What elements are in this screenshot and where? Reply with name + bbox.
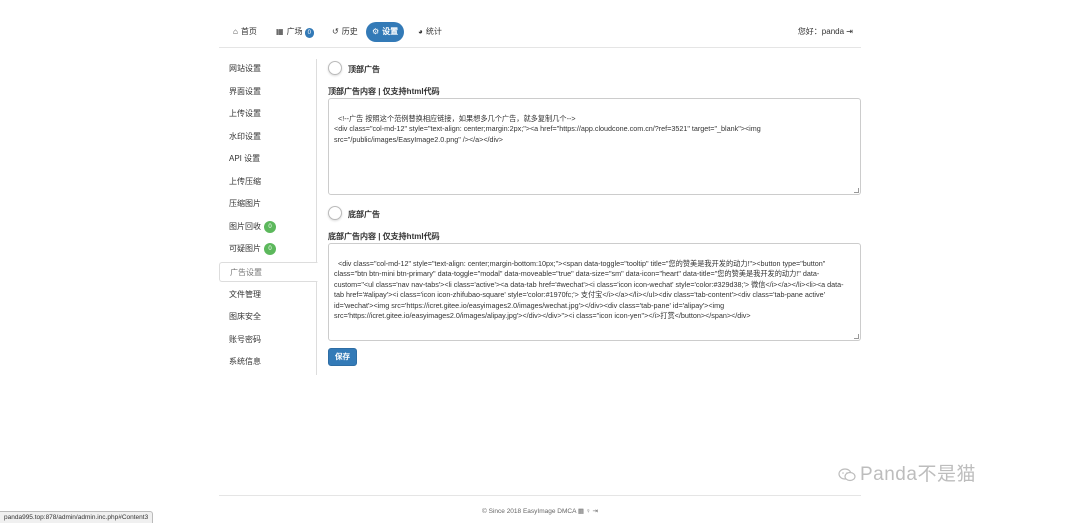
sidebar-item-compress-images[interactable]: 压缩图片 xyxy=(219,194,317,214)
recycle-count-badge: 0 xyxy=(264,220,276,233)
wechat-icon xyxy=(838,468,856,482)
bottom-ad-textarea[interactable]: <div class="col-md-12" style="text-align… xyxy=(328,243,861,341)
sidebar-item-label: 上传压缩 xyxy=(229,177,261,186)
status-bar-url: panda995.top:878/admin/admin.inc.php#Con… xyxy=(0,511,154,523)
save-button[interactable]: 保存 xyxy=(328,348,357,366)
nav-stats[interactable]: ◕ 统计 xyxy=(412,22,448,42)
sidebar-item-label: 文件管理 xyxy=(229,290,261,299)
bottom-ad-toggle[interactable] xyxy=(328,206,342,220)
nav-settings[interactable]: ⚙ 设置 xyxy=(366,22,405,42)
sidebar-item-site[interactable]: 网站设置 xyxy=(219,59,317,79)
bottom-ad-toggle-label: 底部广告 xyxy=(348,210,380,219)
footer: © Since 2018 EasyImage DMCA ▦ ♀ ⇥ xyxy=(219,507,861,515)
sidebar-item-label: 图床安全 xyxy=(229,312,261,321)
resize-handle-icon[interactable] xyxy=(854,188,859,193)
plaza-count-badge: 0 xyxy=(304,28,314,38)
top-ad-content: <!--广告 按照这个范例替换相应链接，如果想多几个广告，就多复制几个--> <… xyxy=(334,113,761,144)
sidebar-item-watermark[interactable]: 水印设置 xyxy=(219,127,317,147)
watermark: Panda不是猫 xyxy=(838,459,976,486)
nav-history[interactable]: ↺ 历史 xyxy=(326,22,364,42)
top-ad-field-label: 顶部广告内容 | 仅支持html代码 xyxy=(328,87,440,96)
sidebar-item-label: 压缩图片 xyxy=(229,199,261,208)
watermark-text: Panda不是猫 xyxy=(860,464,976,485)
sidebar-item-interface[interactable]: 界面设置 xyxy=(219,82,317,102)
nav-home-label: 首页 xyxy=(240,27,257,36)
bottom-ad-field-label: 底部广告内容 | 仅支持html代码 xyxy=(328,232,440,241)
nav-stats-label: 统计 xyxy=(425,27,442,36)
top-ad-toggle[interactable] xyxy=(328,61,342,75)
sidebar-item-label: API 设置 xyxy=(229,154,261,163)
sidebar-item-label: 可疑图片 xyxy=(229,244,261,253)
sidebar-item-label: 广告设置 xyxy=(230,268,262,277)
bottom-ad-content: <div class="col-md-12" style="text-align… xyxy=(334,258,844,321)
gear-icon: ⚙ xyxy=(372,27,380,36)
resize-handle-icon[interactable] xyxy=(854,334,859,339)
sidebar-item-upload-compress[interactable]: 上传压缩 xyxy=(219,172,317,192)
footer-divider xyxy=(219,495,861,496)
footer-text: © Since 2018 EasyImage DMCA xyxy=(482,508,577,515)
home-icon: ⌂ xyxy=(233,27,238,36)
top-ad-toggle-label: 顶部广告 xyxy=(348,65,380,74)
greeting-text: 您好：panda xyxy=(797,27,845,36)
nav-home[interactable]: ⌂ 首页 xyxy=(227,22,263,42)
sidebar-item-label: 账号密码 xyxy=(229,335,261,344)
sidebar-item-suspicious[interactable]: 可疑图片 0 xyxy=(219,239,317,259)
user-greeting[interactable]: 您好：panda ⇥ xyxy=(798,22,853,42)
logout-icon[interactable]: ⇥ xyxy=(846,27,853,36)
sidebar-item-label: 上传设置 xyxy=(229,109,261,118)
sidebar-item-label: 系统信息 xyxy=(229,357,261,366)
suspicious-count-badge: 0 xyxy=(264,242,276,255)
grid-icon: ▦ xyxy=(276,27,284,36)
nav-plaza[interactable]: ▦ 广场 0 xyxy=(270,22,320,42)
nav-plaza-label: 广场 xyxy=(286,27,303,36)
sidebar-item-label: 界面设置 xyxy=(229,87,261,96)
sidebar-item-label: 水印设置 xyxy=(229,132,261,141)
sidebar-item-system[interactable]: 系统信息 xyxy=(219,352,317,372)
settings-sidebar: 网站设置 界面设置 上传设置 水印设置 API 设置 上传压缩 压缩图片 图片回… xyxy=(219,59,318,375)
top-nav: ⌂ 首页 ▦ 广场 0 ↺ 历史 ⚙ 设置 ◕ 统计 您好：panda ⇥ xyxy=(219,18,861,48)
footer-icons[interactable]: ▦ ♀ ⇥ xyxy=(578,508,598,515)
sidebar-item-security[interactable]: 图床安全 xyxy=(219,307,317,327)
sidebar-item-recycle[interactable]: 图片回收 0 xyxy=(219,217,317,237)
sidebar-item-label: 网站设置 xyxy=(229,64,261,73)
pie-chart-icon: ◕ xyxy=(418,27,423,36)
top-ad-textarea[interactable]: <!--广告 按照这个范例替换相应链接，如果想多几个广告，就多复制几个--> <… xyxy=(328,98,861,195)
sidebar-item-files[interactable]: 文件管理 xyxy=(219,285,317,305)
sidebar-item-api[interactable]: API 设置 xyxy=(219,149,317,169)
nav-settings-label: 设置 xyxy=(382,27,399,36)
nav-history-label: 历史 xyxy=(341,27,358,36)
sidebar-item-label: 图片回收 xyxy=(229,222,261,231)
sidebar-item-ads[interactable]: 广告设置 xyxy=(219,262,318,282)
history-icon: ↺ xyxy=(332,27,339,36)
sidebar-item-account[interactable]: 账号密码 xyxy=(219,330,317,350)
sidebar-item-upload[interactable]: 上传设置 xyxy=(219,104,317,124)
